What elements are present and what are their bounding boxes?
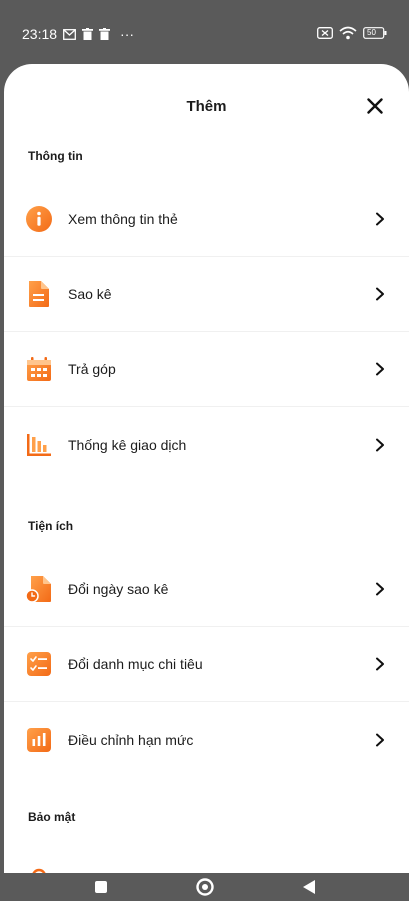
chevron-right-icon — [373, 287, 387, 301]
close-icon — [367, 98, 383, 114]
section-title: Bảo mật — [28, 810, 76, 824]
menu-label: Đổi ngày sao kê — [68, 581, 169, 597]
bar-chart-icon — [24, 725, 54, 755]
checklist-icon — [24, 649, 54, 679]
bar-chart-icon — [24, 430, 54, 460]
trash-icon — [99, 28, 111, 40]
section-utilities: Tiện ích Đổi ngày sao kê Đổi danh mục ch… — [4, 514, 409, 777]
document-clock-icon — [24, 574, 54, 604]
menu-item-statement[interactable]: Sao kê — [4, 257, 409, 332]
menu-item-change-statement-date[interactable]: Đổi ngày sao kê — [4, 552, 409, 627]
battery-icon: 50 — [363, 27, 387, 39]
calendar-icon — [24, 354, 54, 384]
menu-item-security-partial[interactable] — [4, 843, 409, 873]
menu-label: Điều chỉnh hạn mức — [68, 731, 194, 748]
circle-icon — [195, 878, 214, 896]
sim-off-icon — [317, 27, 333, 39]
menu-label: Sao kê — [68, 286, 112, 302]
section-security: Bảo mật — [4, 805, 409, 873]
wifi-icon — [339, 26, 357, 40]
home-button[interactable] — [193, 875, 217, 899]
menu-item-installment[interactable]: Trả góp — [4, 332, 409, 407]
sheet-header: Thêm — [4, 64, 409, 148]
status-bar: 23:18 ··· 50 — [0, 0, 409, 64]
section-title: Tiện ích — [28, 519, 74, 533]
system-nav-bar — [0, 873, 409, 901]
lock-icon — [24, 866, 54, 873]
trash-icon — [82, 28, 94, 40]
battery-level: 50 — [367, 28, 376, 37]
menu-label: Thống kê giao dịch — [68, 436, 187, 453]
back-button[interactable] — [297, 875, 321, 899]
chevron-right-icon — [373, 733, 387, 747]
mail-icon — [63, 28, 76, 40]
chevron-right-icon — [373, 657, 387, 671]
info-icon — [24, 204, 54, 234]
menu-label: Đổi danh mục chi tiêu — [68, 656, 203, 672]
document-icon — [24, 279, 54, 309]
chevron-right-icon — [373, 438, 387, 452]
triangle-back-icon — [302, 880, 315, 894]
square-icon — [94, 881, 107, 893]
chevron-right-icon — [373, 362, 387, 376]
bottom-sheet: Thêm Thông tin Xem thông tin thẻ Sao kê … — [4, 64, 409, 873]
sheet-title: Thêm — [186, 97, 227, 115]
status-right: 50 — [317, 26, 387, 40]
close-button[interactable] — [363, 94, 387, 118]
menu-item-adjust-limit[interactable]: Điều chỉnh hạn mức — [4, 702, 409, 777]
menu-label: Trả góp — [68, 361, 116, 377]
menu-item-change-spending-category[interactable]: Đổi danh mục chi tiêu — [4, 627, 409, 702]
menu-item-transaction-stats[interactable]: Thống kê giao dịch — [4, 407, 409, 482]
status-more: ··· — [120, 26, 135, 42]
chevron-right-icon — [373, 212, 387, 226]
status-left: 23:18 ··· — [22, 26, 134, 42]
section-info: Thông tin Xem thông tin thẻ Sao kê Trả g… — [4, 144, 409, 482]
menu-label: Xem thông tin thẻ — [68, 211, 178, 227]
recent-apps-button[interactable] — [89, 875, 113, 899]
chevron-right-icon — [373, 582, 387, 596]
menu-item-card-info[interactable]: Xem thông tin thẻ — [4, 182, 409, 257]
status-time: 23:18 — [22, 26, 58, 42]
